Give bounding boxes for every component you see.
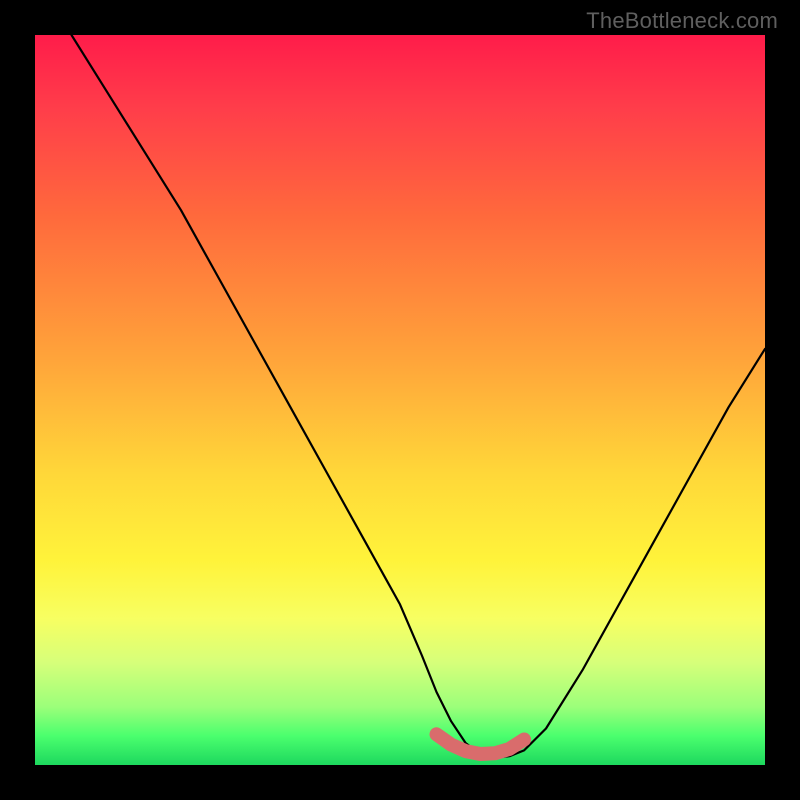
attribution-label: TheBottleneck.com	[586, 8, 778, 34]
bottleneck-curve	[72, 35, 766, 758]
sweet-spot-band	[437, 734, 525, 754]
plot-area	[35, 35, 765, 765]
curve-layer	[35, 35, 765, 765]
chart-frame: TheBottleneck.com	[0, 0, 800, 800]
